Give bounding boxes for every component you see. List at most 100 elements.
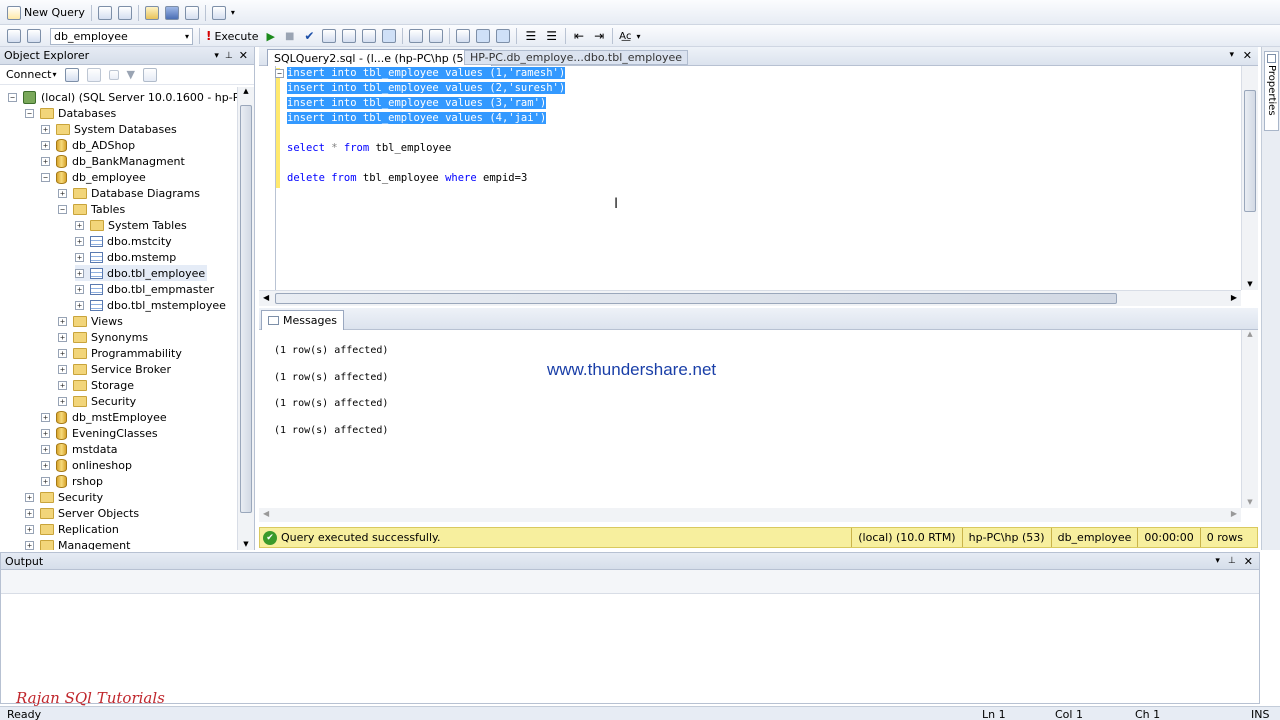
tree-node[interactable]: + onlineshop xyxy=(41,457,132,473)
include-plan-icon[interactable] xyxy=(409,29,424,43)
new-query-button[interactable]: New Query xyxy=(4,3,88,23)
tree-node[interactable]: + db_BankManagment xyxy=(41,153,185,169)
expand-icon[interactable]: + xyxy=(41,476,50,486)
results-to-file-icon[interactable] xyxy=(456,29,471,43)
tab-table-design[interactable]: HP-PC.db_employe...dbo.tbl_employee xyxy=(464,50,689,65)
collapse-icon[interactable]: − xyxy=(58,204,67,214)
expand-icon[interactable]: + xyxy=(58,396,67,406)
collapse-icon[interactable]: − xyxy=(41,172,50,182)
tree-node[interactable]: + Database Diagrams xyxy=(58,185,200,201)
collapse-icon[interactable]: − xyxy=(8,92,17,102)
scrollbar-thumb[interactable] xyxy=(275,293,1117,304)
expand-icon[interactable]: + xyxy=(41,428,50,438)
client-statistics-icon[interactable] xyxy=(429,29,444,43)
activity-monitor-icon[interactable] xyxy=(211,5,226,20)
expand-icon[interactable]: + xyxy=(41,460,50,470)
connect-object-explorer-icon[interactable] xyxy=(64,67,79,82)
tab-sqlquery2[interactable]: SQLQuery2.sql - (l...e (hp-PC\hp (53))* xyxy=(267,49,492,66)
scroll-down-arrow-icon[interactable]: ▼ xyxy=(1242,280,1258,288)
tree-node[interactable]: + System Databases xyxy=(41,121,177,137)
new-file-icon[interactable] xyxy=(117,5,132,20)
tree-node[interactable]: − Tables xyxy=(58,201,125,217)
tree-node[interactable]: + System Tables xyxy=(75,217,187,233)
expand-icon[interactable]: + xyxy=(58,364,67,374)
close-icon[interactable]: ✕ xyxy=(1243,49,1252,62)
tree-vertical-scrollbar[interactable]: ▲ ▼ xyxy=(237,87,254,550)
tree-node[interactable]: + mstdata xyxy=(41,441,118,457)
connect-icon[interactable] xyxy=(7,29,21,43)
messages-vertical-scrollbar[interactable]: ▲ ▼ xyxy=(1241,330,1258,508)
tree-node[interactable]: − (local) (SQL Server 10.0.1600 - hp-PC\h… xyxy=(8,89,237,105)
expand-icon[interactable]: + xyxy=(75,220,84,230)
comment-lines-icon[interactable]: ☰ xyxy=(525,29,536,43)
expand-icon[interactable]: + xyxy=(58,188,67,198)
close-icon[interactable]: ✕ xyxy=(239,49,248,62)
expand-icon[interactable]: + xyxy=(75,236,84,246)
tree-node[interactable]: + dbo.mstcity xyxy=(75,233,172,249)
scroll-left-arrow-icon[interactable]: ◀ xyxy=(263,509,269,518)
save-all-icon[interactable] xyxy=(184,5,199,20)
scroll-right-arrow-icon[interactable]: ▶ xyxy=(1231,293,1237,302)
parse-checkmark-icon[interactable]: ✔ xyxy=(304,29,314,43)
toolbar-overflow-icon[interactable]: ▾ xyxy=(636,32,640,41)
outline-collapse-icon[interactable]: − xyxy=(275,69,284,78)
expand-icon[interactable]: + xyxy=(41,412,50,422)
results-to-grid-icon[interactable] xyxy=(362,29,377,43)
scrollbar-thumb[interactable] xyxy=(240,105,252,513)
tree-node[interactable]: + Security xyxy=(25,489,103,505)
scrollbar-thumb[interactable] xyxy=(1244,90,1256,212)
show-results-icon[interactable] xyxy=(476,29,491,43)
tree-node[interactable]: + db_ADShop xyxy=(41,137,135,153)
database-engine-query-icon[interactable] xyxy=(97,5,112,20)
expand-icon[interactable]: + xyxy=(58,332,67,342)
tree-node[interactable]: + Replication xyxy=(25,521,119,537)
toolbar-overflow-icon[interactable]: ▾ xyxy=(231,8,235,17)
refresh-icon[interactable] xyxy=(142,67,157,82)
tree-node[interactable]: + dbo.tbl_empmaster xyxy=(75,281,214,297)
tree-node[interactable]: + EveningClasses xyxy=(41,425,158,441)
pin-icon[interactable]: ⊥ xyxy=(225,51,233,61)
expand-icon[interactable]: + xyxy=(75,252,84,262)
expand-icon[interactable]: + xyxy=(41,156,50,166)
results-to-text-icon[interactable] xyxy=(382,29,397,43)
collapse-icon[interactable]: − xyxy=(25,108,34,118)
tree-node[interactable]: + Programmability xyxy=(58,345,182,361)
filter-icon[interactable]: ▼ xyxy=(127,68,135,81)
scroll-up-arrow-icon[interactable]: ▲ xyxy=(1242,330,1258,338)
tree-node[interactable]: − Databases xyxy=(25,105,116,121)
execute-button[interactable]: ! Execute xyxy=(203,26,261,46)
scroll-down-arrow-icon[interactable]: ▼ xyxy=(238,540,254,548)
query-options-icon[interactable] xyxy=(342,29,357,43)
database-selector[interactable]: db_employee ▾ xyxy=(50,27,193,45)
stop-icon[interactable] xyxy=(108,69,119,80)
expand-icon[interactable]: + xyxy=(75,268,84,278)
tree-node[interactable]: + dbo.mstemp xyxy=(75,249,176,265)
tree-node[interactable]: + Synonyms xyxy=(58,329,148,345)
connect-dropdown[interactable]: Connect ▾ xyxy=(6,68,57,81)
tree-node[interactable]: + Views xyxy=(58,313,123,329)
expand-icon[interactable]: + xyxy=(41,124,50,134)
expand-icon[interactable]: + xyxy=(58,380,67,390)
uncomment-lines-icon[interactable]: ☰ xyxy=(546,29,557,43)
expand-icon[interactable]: + xyxy=(25,524,34,534)
pin-menu-icon[interactable]: ▾ xyxy=(214,51,219,61)
expand-icon[interactable]: + xyxy=(58,348,67,358)
decrease-indent-icon[interactable]: ⇤ xyxy=(574,29,584,43)
tree-node[interactable]: + Server Objects xyxy=(25,505,139,521)
expand-icon[interactable]: + xyxy=(41,140,50,150)
estimated-plan-icon[interactable] xyxy=(322,29,337,43)
tab-list-icon[interactable]: ▾ xyxy=(1229,50,1234,60)
expand-icon[interactable]: + xyxy=(75,300,84,310)
tree-node[interactable]: + dbo.tbl_employee xyxy=(75,265,208,281)
disconnect-icon[interactable] xyxy=(86,67,101,82)
expand-icon[interactable]: + xyxy=(41,444,50,454)
editor-vertical-scrollbar[interactable]: ▼ xyxy=(1241,66,1258,290)
tree-node[interactable]: + Storage xyxy=(58,377,134,393)
open-folder-icon[interactable] xyxy=(144,5,159,20)
tree-node[interactable]: + db_mstEmployee xyxy=(41,409,167,425)
pin-menu-icon[interactable]: ▾ xyxy=(1215,556,1220,566)
tree-node[interactable]: + Security xyxy=(58,393,136,409)
stop-icon[interactable]: ■ xyxy=(285,31,294,42)
close-icon[interactable]: ✕ xyxy=(1244,555,1253,568)
scroll-down-arrow-icon[interactable]: ▼ xyxy=(1242,498,1258,506)
